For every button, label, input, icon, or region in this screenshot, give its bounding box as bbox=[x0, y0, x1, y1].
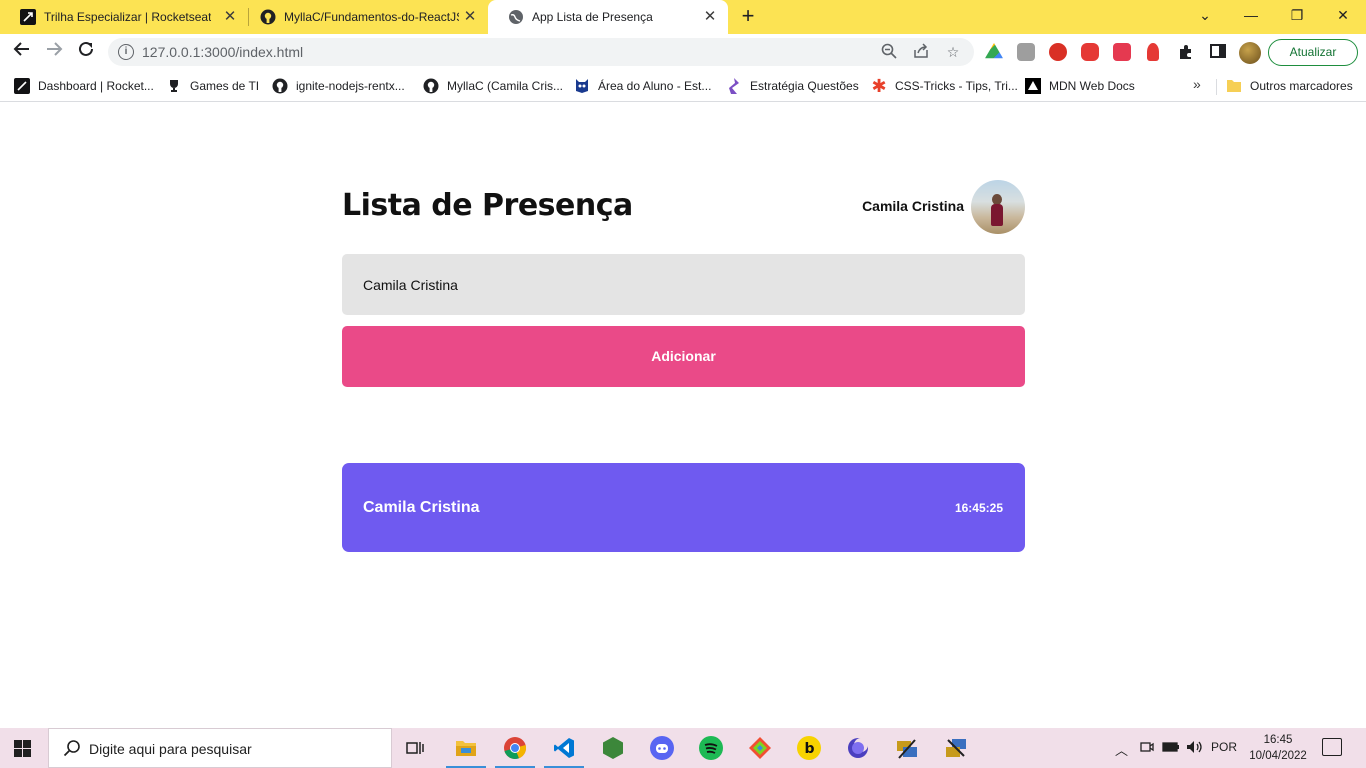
back-button[interactable] bbox=[9, 39, 35, 65]
notifications-icon[interactable] bbox=[1322, 738, 1342, 756]
rocketseat-icon bbox=[14, 78, 30, 94]
gitkraken-icon[interactable] bbox=[736, 728, 784, 768]
adblock-plus-icon[interactable] bbox=[1049, 43, 1067, 61]
windows-taskbar: Digite aqui para pesquisar b ︿ POR 16:45… bbox=[0, 728, 1366, 768]
page-title: Lista de Presença bbox=[342, 188, 633, 223]
github-icon bbox=[423, 78, 439, 94]
github-icon bbox=[260, 9, 276, 25]
close-icon[interactable]: ✕ bbox=[222, 9, 238, 25]
volume-icon[interactable] bbox=[1186, 740, 1204, 757]
bitdefender-icon[interactable]: b bbox=[785, 728, 833, 768]
address-bar[interactable]: i ☆ bbox=[108, 38, 974, 66]
side-panel-icon[interactable] bbox=[1209, 43, 1227, 61]
avatar bbox=[971, 180, 1025, 234]
extension-key-icon[interactable] bbox=[1147, 43, 1159, 61]
estrategia-icon bbox=[726, 78, 742, 94]
puzzle-icon[interactable] bbox=[1177, 43, 1195, 61]
discord-icon[interactable] bbox=[638, 728, 686, 768]
user-name: Camila Cristina bbox=[862, 198, 964, 214]
bookmark-divider bbox=[1216, 79, 1217, 95]
browser-toolbar: i ☆ Atualizar bbox=[0, 34, 1366, 70]
minimize-button[interactable]: — bbox=[1228, 0, 1274, 34]
taskbar-search[interactable]: Digite aqui para pesquisar bbox=[48, 728, 392, 768]
chrome-icon[interactable] bbox=[491, 728, 539, 768]
other-bookmarks-folder[interactable]: Outros marcadores bbox=[1226, 76, 1353, 96]
spotify-icon[interactable] bbox=[687, 728, 735, 768]
extension-red-icon[interactable] bbox=[1113, 43, 1131, 61]
language-indicator[interactable]: POR bbox=[1211, 740, 1237, 754]
clock-time: 16:45 bbox=[1263, 734, 1293, 746]
globe-icon bbox=[508, 9, 524, 25]
tab-strip: Trilha Especializar | Rocketseat ✕ Mylla… bbox=[0, 0, 1366, 34]
profile-avatar[interactable] bbox=[1239, 42, 1261, 64]
url-input[interactable] bbox=[142, 44, 842, 60]
extension-m-icon[interactable] bbox=[1017, 43, 1035, 61]
avatar-body bbox=[991, 204, 1003, 226]
name-input[interactable] bbox=[342, 254, 1025, 315]
network-tool-icon[interactable] bbox=[883, 728, 931, 768]
clock-date: 10/04/2022 bbox=[1249, 750, 1307, 762]
restore-button[interactable]: ❐ bbox=[1274, 0, 1320, 34]
info-icon[interactable]: i bbox=[118, 44, 134, 60]
bookmark-css-tricks[interactable]: ✱ CSS-Tricks - Tips, Tri... bbox=[871, 75, 1017, 96]
moon-app-icon[interactable] bbox=[834, 728, 882, 768]
add-button[interactable]: Adicionar bbox=[342, 326, 1025, 387]
share-icon[interactable] bbox=[912, 43, 930, 61]
star-icon[interactable]: ☆ bbox=[944, 43, 962, 61]
more-bookmarks-chevron-icon[interactable]: » bbox=[1193, 76, 1201, 92]
tab-github[interactable]: MyllaC/Fundamentos-do-ReactJS ✕ bbox=[240, 0, 488, 34]
app-page: Lista de Presença Camila Cristina Adicio… bbox=[0, 103, 1366, 728]
bookmark-games-ti[interactable]: Games de TI bbox=[166, 76, 259, 96]
tab-rocketseat[interactable]: Trilha Especializar | Rocketseat ✕ bbox=[0, 0, 248, 34]
trophy-icon bbox=[166, 78, 182, 94]
forward-button[interactable] bbox=[41, 39, 67, 65]
bookmark-estrategia-questoes[interactable]: Estratégia Questões bbox=[726, 76, 859, 96]
mdn-icon bbox=[1025, 78, 1041, 94]
file-explorer-icon[interactable] bbox=[442, 728, 490, 768]
bookmark-myllac[interactable]: MyllaC (Camila Cris... bbox=[423, 76, 563, 96]
show-hidden-icons-chevron-icon[interactable]: ︿ bbox=[1115, 740, 1128, 759]
search-icon bbox=[63, 739, 81, 762]
windows-start-icon[interactable] bbox=[14, 740, 31, 757]
new-tab-button[interactable]: + bbox=[736, 5, 760, 29]
github-icon bbox=[272, 78, 288, 94]
update-button[interactable]: Atualizar bbox=[1268, 39, 1358, 66]
close-icon[interactable]: ✕ bbox=[702, 9, 718, 25]
attendee-name: Camila Cristina bbox=[363, 499, 480, 516]
tab-search-icon[interactable]: ⌄ bbox=[1182, 0, 1228, 34]
folder-icon bbox=[1226, 78, 1242, 94]
bookmark-mdn[interactable]: MDN Web Docs bbox=[1025, 76, 1135, 96]
rocketseat-icon bbox=[20, 9, 36, 25]
zoom-icon[interactable] bbox=[880, 43, 898, 61]
battery-network-icon[interactable] bbox=[1162, 740, 1180, 757]
task-view-icon[interactable] bbox=[392, 728, 440, 768]
meet-now-icon[interactable] bbox=[1140, 740, 1154, 757]
asterisk-icon: ✱ bbox=[871, 75, 887, 96]
attendee-card: Camila Cristina 16:45:25 bbox=[342, 463, 1025, 552]
vscode-icon[interactable] bbox=[540, 728, 588, 768]
bookmarks-bar: Dashboard | Rocket... Games de TI ignite… bbox=[0, 70, 1366, 102]
attendee-time: 16:45:25 bbox=[954, 501, 1003, 515]
adblock-icon[interactable] bbox=[1081, 43, 1099, 61]
close-window-button[interactable]: ✕ bbox=[1320, 0, 1366, 34]
bookmark-ignite-nodejs[interactable]: ignite-nodejs-rentx... bbox=[272, 76, 405, 96]
tab-app-lista[interactable]: App Lista de Presença ✕ bbox=[488, 0, 728, 34]
svg-text:b: b bbox=[805, 741, 815, 757]
system-clock[interactable]: 16:45 10/04/2022 bbox=[1246, 732, 1310, 764]
network-tool-2-icon[interactable] bbox=[932, 728, 980, 768]
google-drive-icon[interactable] bbox=[985, 43, 1003, 59]
owl-icon bbox=[574, 78, 590, 94]
close-icon[interactable]: ✕ bbox=[462, 9, 478, 25]
bookmark-area-aluno[interactable]: Área do Aluno - Est... bbox=[574, 76, 711, 96]
bookmark-dashboard[interactable]: Dashboard | Rocket... bbox=[14, 76, 154, 96]
reload-button[interactable] bbox=[73, 39, 99, 65]
nodejs-icon[interactable] bbox=[589, 728, 637, 768]
